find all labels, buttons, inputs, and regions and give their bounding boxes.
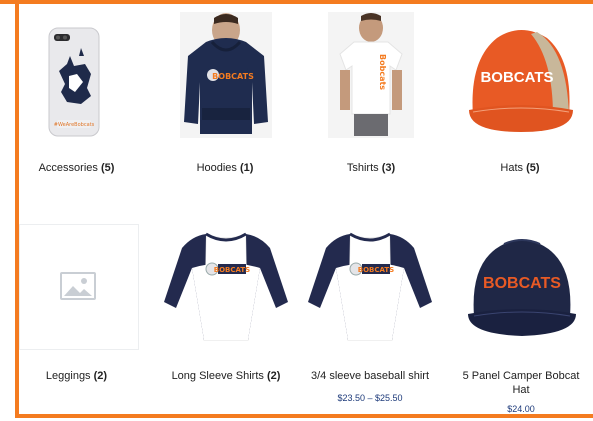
product-name: 5 Panel Camper Bobcat Hat [450,369,592,397]
phone-tag-text: #WeAreBobcats [54,122,95,128]
white-tshirt-image: Bobcats [328,12,414,138]
product-price: $24.00 [507,404,535,414]
category-label: Hats (5) [453,161,587,175]
category-label: Accessories (5) [19,161,134,175]
category-tshirts[interactable]: Bobcats Tshirts (3) [306,6,436,176]
category-hats[interactable]: BOBCATS Hats (5) [453,6,587,176]
tshirt-vertical-text: Bobcats [378,54,387,90]
product-name-text: 3/4 sleeve baseball shirt [310,370,429,382]
category-name: Leggings [45,370,91,382]
frame-top-border [0,0,593,4]
category-name: Hoodies [196,162,237,174]
product-name-line1: 5 Panel Camper Bobcat [462,370,580,382]
category-count: (3) [381,162,396,174]
product-baseball-shirt[interactable]: BOBCATS 3/4 sleeve baseball shirt $23.50… [300,222,440,410]
shirt-brand-text: BOBCATS [214,266,250,274]
navy-hoodie-image: BOBCATS [180,12,272,138]
placeholder-image [19,224,139,350]
phone-case-bobcat-image: #WeAreBobcats [47,26,101,138]
product-camper-hat[interactable]: BOBCATS 5 Panel Camper Bobcat Hat $24.00 [450,222,592,416]
category-count: (2) [266,370,281,382]
product-price: $23.50 – $25.50 [337,393,403,403]
category-name: Long Sleeve Shirts [171,370,264,382]
category-name: Tshirts [346,162,379,174]
product-category-grid: #WeAreBobcats Accessories (5) BOBCATS Ho… [0,0,593,421]
raglan-shirt-image: BOBCATS [162,228,290,348]
category-label: Hoodies (1) [160,161,290,175]
raglan-shirt-image: BOBCATS [306,228,434,348]
product-name: 3/4 sleeve baseball shirt [300,369,440,383]
svg-text:BOBCATS: BOBCATS [212,72,254,81]
category-count: (1) [239,162,254,174]
navy-camper-hat-image: BOBCATS [464,230,580,342]
category-label: Leggings (2) [19,369,134,383]
category-leggings[interactable]: Leggings (2) [19,222,145,392]
category-accessories[interactable]: #WeAreBobcats Accessories (5) [19,6,134,176]
category-count: (2) [93,370,108,382]
category-label: Long Sleeve Shirts (2) [156,369,296,383]
camper-hat-brand-text: BOBCATS [483,275,561,292]
orange-trucker-hat-image: BOBCATS [467,20,575,136]
product-name-line2: Hat [512,384,530,396]
hat-brand-text: BOBCATS [480,69,553,86]
category-hoodies[interactable]: BOBCATS Hoodies (1) [160,6,290,176]
shirt-brand-text: BOBCATS [358,266,394,274]
category-count: (5) [100,162,115,174]
category-count: (5) [526,162,540,174]
category-name: Accessories [38,162,98,174]
category-long-sleeve-shirts[interactable]: BOBCATS Long Sleeve Shirts (2) [156,222,296,392]
category-label: Tshirts (3) [306,161,436,175]
category-name: Hats [500,162,524,174]
